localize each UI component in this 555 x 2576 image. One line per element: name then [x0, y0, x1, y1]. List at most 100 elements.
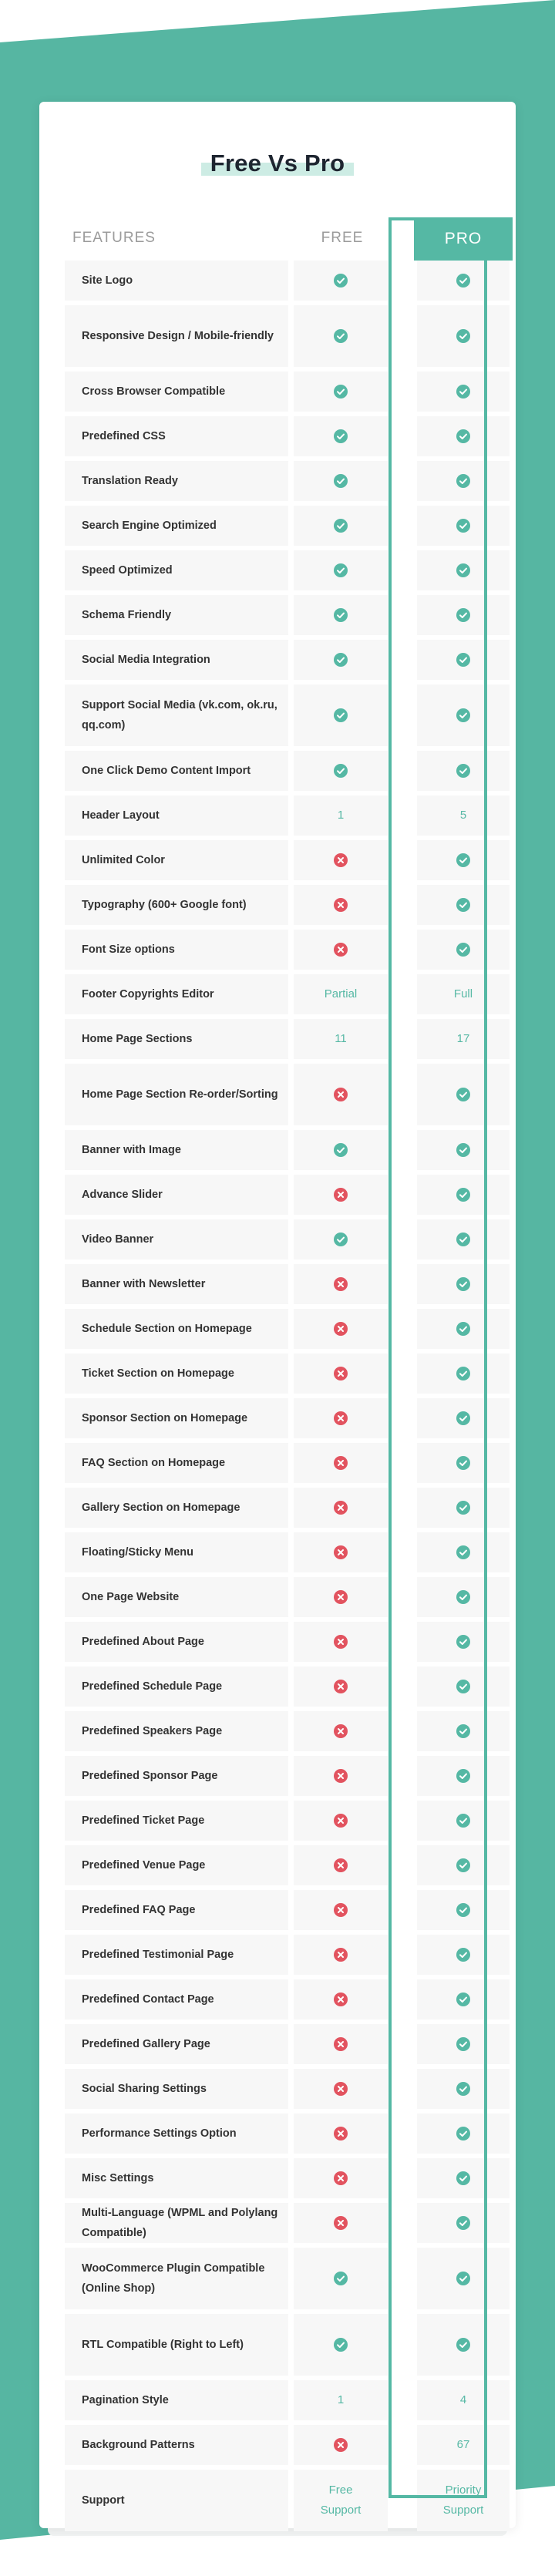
- check-icon: [334, 653, 348, 667]
- check-icon: [456, 329, 470, 343]
- check-icon: [456, 1456, 470, 1470]
- free-cell: Partial: [294, 974, 388, 1014]
- pro-cell: [417, 1979, 510, 2019]
- table-row: Site Logo: [65, 261, 510, 301]
- table-row: Header Layout 1 5: [65, 795, 510, 836]
- check-icon: [334, 708, 348, 722]
- check-icon: [456, 1501, 470, 1515]
- pro-cell: [417, 372, 510, 412]
- table-row: One Click Demo Content Import: [65, 751, 510, 791]
- free-cell: [294, 1264, 388, 1304]
- table-header: FEATURES FREE PRO: [65, 217, 513, 261]
- check-icon: [456, 563, 470, 577]
- free-value: 1: [337, 2393, 345, 2406]
- free-cell: [294, 1935, 388, 1975]
- feature-label: Video Banner: [65, 1219, 288, 1259]
- cross-icon: [334, 1948, 348, 1962]
- cross-icon: [334, 1088, 348, 1101]
- table-row: Multi-Language (WPML and Polylang Compat…: [65, 2203, 510, 2243]
- free-cell: [294, 372, 388, 412]
- feature-label: Schema Friendly: [65, 595, 288, 635]
- free-cell: 11: [294, 1019, 388, 1059]
- free-cell: Free Support: [294, 2470, 388, 2531]
- cross-icon: [334, 1590, 348, 1604]
- check-icon: [456, 1277, 470, 1291]
- feature-label: Home Page Section Re-order/Sorting: [65, 1064, 288, 1125]
- feature-label: Predefined Ticket Page: [65, 1801, 288, 1841]
- table-row: Social Sharing Settings: [65, 2069, 510, 2109]
- free-cell: [294, 1801, 388, 1841]
- cross-icon: [334, 943, 348, 957]
- table-row: Misc Settings: [65, 2158, 510, 2198]
- pro-cell: [417, 1801, 510, 1841]
- check-icon: [456, 2338, 470, 2352]
- feature-label: Typography (600+ Google font): [65, 885, 288, 925]
- free-cell: [294, 1064, 388, 1125]
- table-row: Predefined Testimonial Page: [65, 1935, 510, 1975]
- pro-cell: [417, 595, 510, 635]
- table-row: Speed Optimized: [65, 550, 510, 590]
- check-icon: [456, 1143, 470, 1157]
- cross-icon: [334, 1993, 348, 2006]
- table-row: Social Media Integration: [65, 640, 510, 680]
- table-row: Floating/Sticky Menu: [65, 1532, 510, 1572]
- pro-value: Priority Support: [442, 2484, 484, 2517]
- table-row: Predefined About Page: [65, 1622, 510, 1662]
- table-row: Performance Settings Option: [65, 2114, 510, 2154]
- table-row: Schedule Section on Homepage: [65, 1309, 510, 1349]
- check-icon: [456, 1233, 470, 1246]
- feature-label: Predefined Gallery Page: [65, 2024, 288, 2064]
- free-cell: [294, 751, 388, 791]
- header-pro: PRO: [414, 217, 513, 261]
- check-icon: [334, 2338, 348, 2352]
- cross-icon: [334, 898, 348, 912]
- pro-cell: [417, 2024, 510, 2064]
- page-title: Free Vs Pro: [200, 150, 355, 177]
- feature-label: Background Patterns: [65, 2425, 288, 2465]
- feature-label: Predefined CSS: [65, 416, 288, 456]
- cross-icon: [334, 1501, 348, 1515]
- pro-cell: [417, 1130, 510, 1170]
- pro-cell: 5: [417, 795, 510, 836]
- cross-icon: [334, 1277, 348, 1291]
- comparison-card: Free Vs Pro FEATURES FREE PRO Site Logo R…: [39, 102, 516, 2531]
- table-row: Predefined Ticket Page: [65, 1801, 510, 1841]
- feature-label: Header Layout: [65, 795, 288, 836]
- title-wrap: Free Vs Pro: [39, 150, 516, 177]
- cross-icon: [334, 853, 348, 867]
- check-icon: [334, 2272, 348, 2285]
- table-row: Banner with Image: [65, 1130, 510, 1170]
- pro-cell: [417, 1577, 510, 1617]
- feature-label: Predefined Speakers Page: [65, 1711, 288, 1751]
- table-row: RTL Compatible (Right to Left): [65, 2314, 510, 2376]
- free-cell: [294, 1488, 388, 1528]
- cross-icon: [334, 1680, 348, 1693]
- table-row: Predefined Sponsor Page: [65, 1756, 510, 1796]
- free-cell: [294, 1622, 388, 1662]
- check-icon: [456, 1680, 470, 1693]
- table-row: Predefined Speakers Page: [65, 1711, 510, 1751]
- pro-cell: [417, 1264, 510, 1304]
- check-icon: [456, 898, 470, 912]
- cross-icon: [334, 1456, 348, 1470]
- free-cell: [294, 1979, 388, 2019]
- check-icon: [456, 608, 470, 622]
- check-icon: [456, 2082, 470, 2096]
- page-title-text: Free Vs Pro: [210, 150, 345, 177]
- free-cell: [294, 2069, 388, 2109]
- free-cell: [294, 1532, 388, 1572]
- free-cell: [294, 840, 388, 880]
- check-icon: [334, 274, 348, 288]
- feature-label: Social Sharing Settings: [65, 2069, 288, 2109]
- feature-label: Responsive Design / Mobile-friendly: [65, 305, 288, 367]
- check-icon: [456, 2127, 470, 2141]
- pro-cell: [417, 261, 510, 301]
- free-cell: [294, 2158, 388, 2198]
- check-icon: [456, 1903, 470, 1917]
- cross-icon: [334, 1367, 348, 1380]
- check-icon: [456, 1367, 470, 1380]
- free-cell: [294, 595, 388, 635]
- pro-cell: [417, 1309, 510, 1349]
- table-row: Pagination Style 1 4: [65, 2380, 510, 2420]
- free-cell: [294, 1175, 388, 1215]
